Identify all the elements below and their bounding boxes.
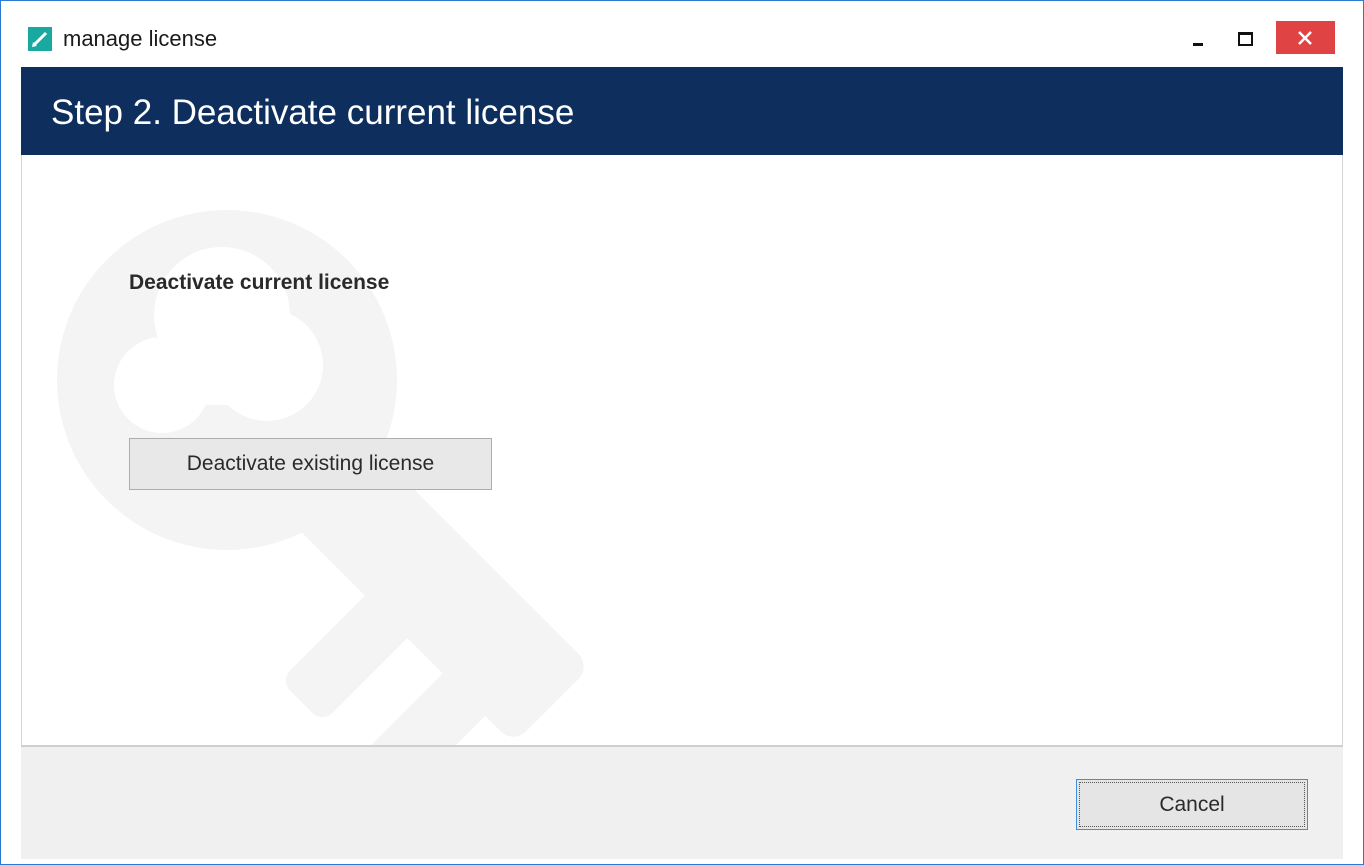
cancel-button[interactable]: Cancel [1076, 779, 1308, 830]
deactivate-existing-license-button[interactable]: Deactivate existing license [129, 438, 492, 490]
wizard-content: Deactivate current license Deactivate ex… [21, 155, 1343, 745]
window-title: manage license [63, 26, 218, 51]
title-bar[interactable]: manage license [1, 1, 1363, 67]
page-title: Step 2. Deactivate current license [51, 93, 575, 132]
wizard-header: Step 2. Deactivate current license [21, 67, 1343, 155]
minimize-icon[interactable] [1177, 23, 1223, 53]
wizard-footer: Cancel [21, 745, 1343, 859]
maximize-icon[interactable] [1223, 23, 1269, 53]
license-pencil-icon [28, 27, 52, 51]
close-icon[interactable] [1276, 21, 1335, 54]
manage-license-window: manage license Step 2. Deactivate curren… [0, 0, 1364, 865]
section-title: Deactivate current license [129, 271, 390, 294]
